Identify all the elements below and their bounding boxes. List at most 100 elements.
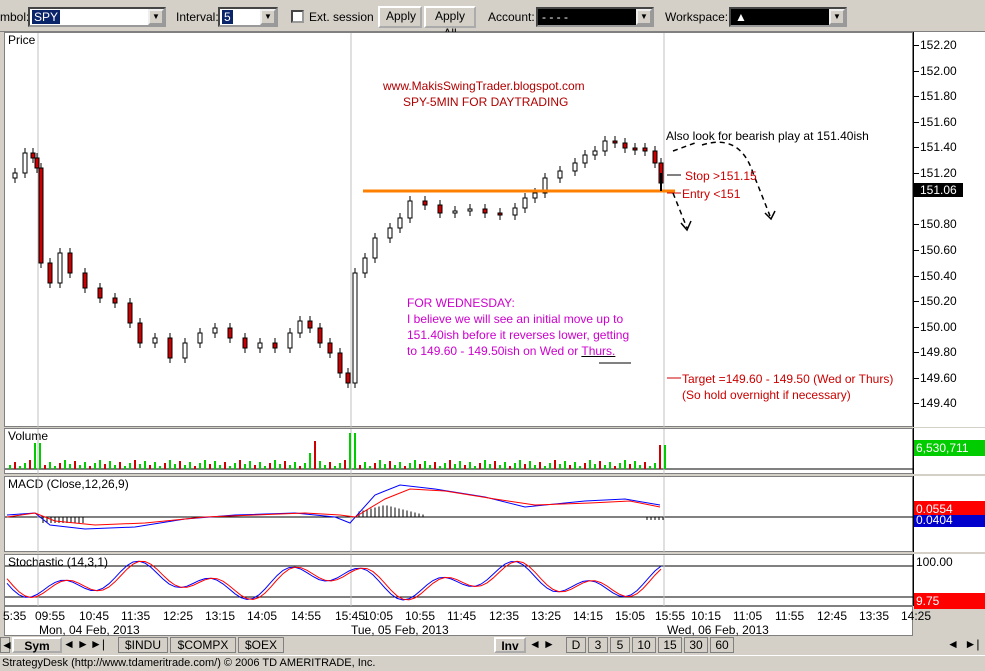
volume-bar bbox=[584, 463, 586, 469]
volume-bar bbox=[219, 465, 221, 469]
inv-tab[interactable]: Inv bbox=[494, 637, 526, 653]
ext-session-label: Ext. session bbox=[309, 10, 374, 24]
inv-prev-icon[interactable]: ◄ bbox=[528, 637, 542, 653]
tab-interval-0[interactable]: D bbox=[566, 637, 586, 653]
candle-body bbox=[592, 150, 598, 156]
tab-interval-6[interactable]: 60 bbox=[710, 637, 734, 653]
volume-bar bbox=[24, 463, 26, 469]
candle-body bbox=[622, 142, 628, 149]
volume-bar bbox=[279, 464, 281, 469]
candle-body bbox=[272, 342, 278, 349]
volume-bar bbox=[224, 462, 226, 469]
volume-bar bbox=[254, 465, 256, 469]
volume-bar bbox=[644, 462, 646, 469]
tab-interval-4[interactable]: 15 bbox=[658, 637, 682, 653]
tab-symbol-0[interactable]: $INDU bbox=[118, 637, 168, 653]
time-axis-label: 5:35 bbox=[3, 609, 27, 623]
candle-body bbox=[452, 210, 458, 214]
candle-body bbox=[307, 320, 313, 329]
symbol-combo[interactable]: SPY ▼ bbox=[28, 7, 166, 27]
volume-bar bbox=[149, 465, 151, 469]
volume-bar bbox=[259, 462, 261, 469]
volume-pane[interactable]: Volume bbox=[4, 428, 914, 475]
volume-bar bbox=[44, 465, 46, 469]
volume-bar bbox=[594, 464, 596, 469]
price-tick bbox=[914, 276, 919, 277]
volume-bar bbox=[99, 460, 101, 469]
tab-interval-5[interactable]: 30 bbox=[684, 637, 708, 653]
workspace-combo[interactable]: ▲ ▼ bbox=[729, 7, 847, 27]
volume-bar bbox=[229, 466, 231, 469]
account-combo[interactable]: - - - - ▼ bbox=[536, 7, 654, 27]
volume-bar bbox=[564, 461, 566, 469]
toolbar: mbol: SPY ▼ Interval: 5 ▼ Ext. session A… bbox=[0, 0, 985, 40]
scroll-next-icon[interactable]: ►| bbox=[962, 637, 982, 653]
ext-session-checkbox[interactable] bbox=[291, 10, 304, 23]
volume-bar bbox=[529, 461, 531, 469]
time-axis-label: 12:35 bbox=[489, 609, 520, 623]
stoch-pane[interactable]: Stochastic (14,3,1) bbox=[4, 554, 914, 607]
interval-combo[interactable]: 5 ▼ bbox=[218, 7, 278, 27]
macd-pane[interactable]: MACD (Close,12,26,9) bbox=[4, 476, 914, 553]
price-tick bbox=[914, 250, 919, 251]
tab-interval-2[interactable]: 5 bbox=[610, 637, 630, 653]
volume-chart bbox=[5, 429, 914, 475]
volume-bar bbox=[639, 465, 641, 469]
tab-symbol-2[interactable]: $OEX bbox=[238, 637, 284, 653]
price-tick bbox=[914, 378, 919, 379]
chevron-down-icon[interactable]: ▼ bbox=[636, 9, 652, 25]
candle-body bbox=[127, 302, 133, 324]
scroll-left-icon[interactable]: ◄ bbox=[0, 637, 13, 653]
volume-bar bbox=[519, 460, 521, 469]
scroll-prev-icon[interactable]: ◄ bbox=[946, 637, 960, 653]
time-axis-label: 11:45 bbox=[447, 609, 477, 623]
sym-tab[interactable]: Sym bbox=[12, 637, 62, 653]
wed-line2: 151.40ish before it reverses lower, gett… bbox=[407, 328, 630, 342]
price-pane[interactable]: Price www.MakisSwingTrader.blogspot.com … bbox=[4, 32, 913, 428]
candle-body bbox=[372, 237, 378, 259]
tab-interval-3[interactable]: 10 bbox=[632, 637, 656, 653]
volume-bar bbox=[84, 462, 86, 469]
volume-bar bbox=[629, 464, 631, 469]
date-axis-label: Tue, 05 Feb, 2013 bbox=[351, 623, 449, 637]
next-icon[interactable]: ► bbox=[76, 637, 90, 653]
apply-all-button[interactable]: Apply All bbox=[424, 6, 476, 40]
price-axis-label: 149.60 bbox=[920, 371, 957, 385]
volume-bar bbox=[274, 460, 276, 469]
candle-body bbox=[437, 204, 443, 214]
volume-bar bbox=[144, 461, 146, 469]
volume-bar bbox=[309, 453, 311, 469]
volume-bar bbox=[284, 461, 286, 469]
inv-next-icon[interactable]: ► bbox=[542, 637, 556, 653]
last-icon[interactable]: ►| bbox=[90, 637, 105, 653]
status-bar: StrategyDesk (http://www.tdameritrade.co… bbox=[0, 655, 985, 670]
tab-interval-1[interactable]: 3 bbox=[588, 637, 608, 653]
volume-bar bbox=[194, 466, 196, 469]
date-axis-label: Wed, 06 Feb, 2013 bbox=[667, 623, 769, 637]
volume-bar bbox=[134, 460, 136, 469]
price-axis-label: 151.60 bbox=[920, 115, 957, 129]
time-axis-label: 11:55 bbox=[775, 609, 805, 623]
volume-bar bbox=[204, 460, 206, 469]
volume-bar bbox=[154, 462, 156, 469]
price-axis-label: 151.06 bbox=[914, 183, 963, 197]
price-axis-label: 152.20 bbox=[920, 38, 957, 52]
volume-bar bbox=[339, 463, 341, 469]
prev-icon[interactable]: ◄ bbox=[62, 637, 76, 653]
tab-symbol-1[interactable]: $COMPX bbox=[170, 637, 236, 653]
volume-bar bbox=[174, 464, 176, 469]
chevron-down-icon[interactable]: ▼ bbox=[148, 9, 164, 25]
price-axis-label: 150.60 bbox=[920, 243, 957, 257]
volume-bar bbox=[294, 462, 296, 469]
chevron-down-icon[interactable]: ▼ bbox=[260, 9, 276, 25]
price-axis-label: 150.00 bbox=[920, 320, 957, 334]
time-axis-label: 14:15 bbox=[573, 609, 604, 623]
volume-bar bbox=[609, 462, 611, 469]
candle-body bbox=[345, 372, 351, 384]
price-tick bbox=[914, 96, 919, 97]
volume-bar bbox=[264, 466, 266, 469]
volume-bar bbox=[269, 463, 271, 469]
chevron-down-icon[interactable]: ▼ bbox=[829, 9, 845, 25]
apply-button[interactable]: Apply bbox=[378, 6, 422, 28]
volume-bar bbox=[209, 464, 211, 469]
